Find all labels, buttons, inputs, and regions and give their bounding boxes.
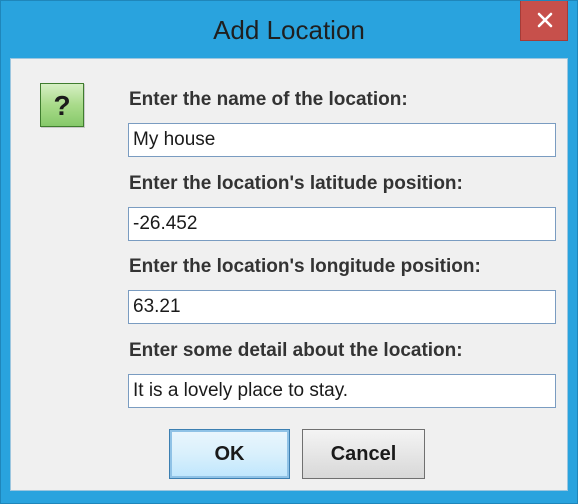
latitude-label: Enter the location's latitude position: <box>129 173 463 194</box>
location-name-label: Enter the name of the location: <box>129 89 408 110</box>
question-icon: ? <box>40 83 84 127</box>
latitude-input[interactable]: -26.452 <box>128 207 556 241</box>
ok-button[interactable]: OK <box>169 429 290 479</box>
longitude-label: Enter the location's longitude position: <box>129 256 481 277</box>
dialog-window: Add Location ? Enter the name of the loc… <box>0 0 578 504</box>
location-name-input[interactable]: My house <box>128 123 556 157</box>
question-icon-glyph: ? <box>53 90 71 121</box>
detail-input[interactable]: It is a lovely place to stay. <box>128 374 556 408</box>
close-icon <box>537 12 553 28</box>
dialog-title: Add Location <box>213 15 365 45</box>
detail-label: Enter some detail about the location: <box>129 340 463 361</box>
title-bar[interactable]: Add Location <box>1 1 577 57</box>
close-button[interactable] <box>520 1 568 41</box>
dialog-content: ? Enter the name of the location: My hou… <box>10 58 568 491</box>
cancel-button[interactable]: Cancel <box>302 429 425 479</box>
longitude-input[interactable]: 63.21 <box>128 290 556 324</box>
